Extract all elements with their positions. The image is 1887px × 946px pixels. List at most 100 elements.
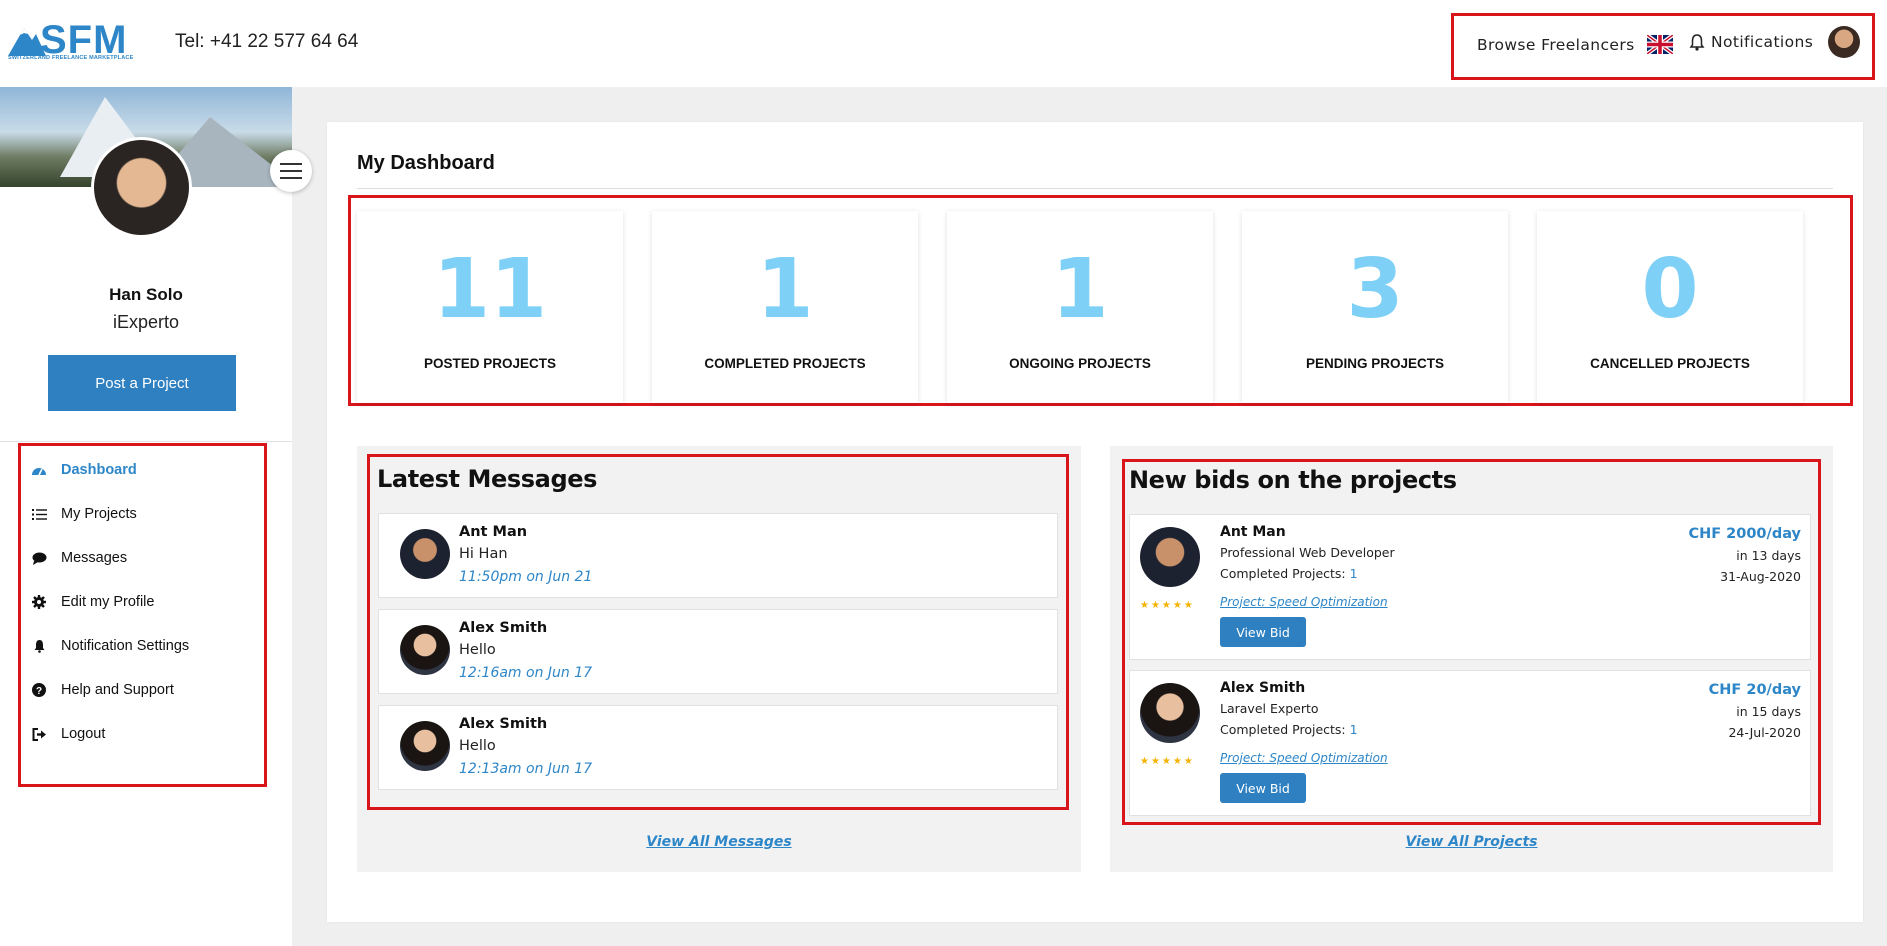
message-text: Hello [459,738,496,754]
sidebar-item-label: Messages [61,550,128,566]
user-avatar[interactable] [1828,26,1860,58]
avatar [400,529,450,579]
message-time: 12:13am on Jun 17 [459,761,593,777]
completed-label: Completed Projects: [1220,722,1346,737]
view-bid-button[interactable]: View Bid [1220,773,1306,803]
stat-value: 0 [1641,242,1699,337]
stat-completed-projects[interactable]: 1 COMPLETED PROJECTS [652,211,918,403]
bid-duration: in 15 days [1736,704,1801,719]
project-link[interactable]: Project: Speed Optimization [1220,751,1388,765]
stat-label: POSTED PROJECTS [423,356,557,371]
bidder-completed: Completed Projects: 1 [1220,722,1358,737]
stat-value: 3 [1346,242,1404,337]
stat-value: 1 [756,242,814,337]
avatar [1140,527,1200,587]
project-link[interactable]: Project: Speed Optimization [1220,595,1388,609]
message-sender: Ant Man [459,524,528,540]
messages-box: Latest Messages Ant Man Hi Han 11:50pm o… [367,454,1069,810]
sidebar-item-label: Help and Support [61,682,174,698]
avatar [1140,683,1200,743]
sidebar-item-logout[interactable]: Logout [31,726,105,742]
avatar [400,721,450,771]
bidder-completed: Completed Projects: 1 [1220,566,1358,581]
bid-item: ★★★★★ Alex Smith Laravel Experto Complet… [1129,670,1811,816]
sidebar-item-dashboard[interactable]: Dashboard [31,462,137,478]
stat-label: ONGOING PROJECTS [1009,356,1151,371]
bell-icon [31,638,47,654]
bid-rate: CHF 2000/day [1688,526,1801,542]
sidebar-item-label: Notification Settings [61,638,190,654]
messages-title: Latest Messages [377,465,598,493]
sidebar-item-label: Logout [61,726,106,742]
bid-item: ★★★★★ Ant Man Professional Web Developer… [1129,514,1811,660]
new-bids-panel: New bids on the projects ★★★★★ Ant Man P… [1110,446,1833,872]
bid-rate: CHF 20/day [1708,682,1801,698]
bids-box: New bids on the projects ★★★★★ Ant Man P… [1122,459,1821,825]
stat-label: CANCELLED PROJECTS [1590,356,1750,371]
bid-duration: in 13 days [1736,548,1801,563]
rating-stars: ★★★★★ [1140,756,1195,767]
bidder-title: Laravel Experto [1220,701,1319,716]
gear-icon [31,594,47,610]
phone-number: Tel: +41 22 577 64 64 [175,31,359,52]
view-bid-button[interactable]: View Bid [1220,617,1306,647]
page-title: My Dashboard [357,152,495,174]
bidder-title: Professional Web Developer [1220,545,1395,560]
stat-value: 11 [432,242,548,337]
stat-label: COMPLETED PROJECTS [704,356,866,371]
top-nav: Browse Freelancers Notifications [1451,13,1875,80]
dashboard-icon [31,462,47,478]
message-sender: Alex Smith [459,716,548,732]
uk-flag-icon[interactable] [1647,35,1673,54]
hamburger-menu-icon[interactable] [270,150,312,192]
bids-title: New bids on the projects [1129,466,1457,494]
message-text: Hello [459,642,496,658]
message-item[interactable]: Ant Man Hi Han 11:50pm on Jun 21 [378,513,1058,598]
sidebar-menu: Dashboard My Projects Messages Edit my P… [18,443,267,787]
view-all-projects-link[interactable]: View All Projects [1110,834,1833,850]
sidebar-item-label: My Projects [61,506,137,522]
stat-ongoing-projects[interactable]: 1 ONGOING PROJECTS [947,211,1213,403]
bidder-name: Alex Smith [1220,680,1306,696]
sidebar-item-notification-settings[interactable]: Notification Settings [31,638,189,654]
stat-cancelled-projects[interactable]: 0 CANCELLED PROJECTS [1537,211,1803,403]
sidebar-item-label: Edit my Profile [61,594,155,610]
user-role: iExperto [112,312,180,332]
message-item[interactable]: Alex Smith Hello 12:13am on Jun 17 [378,705,1058,790]
completed-count: 1 [1349,566,1358,581]
view-all-messages-link[interactable]: View All Messages [357,834,1081,850]
sidebar-item-my-projects[interactable]: My Projects [31,506,137,522]
user-name: Han Solo [109,285,183,304]
bid-date: 31-Aug-2020 [1720,569,1801,584]
sidebar-divider [0,441,292,442]
stat-posted-projects[interactable]: 11 POSTED PROJECTS [357,211,623,403]
sfm-logo[interactable]: SFM SWITZERLAND FREELANCE MARKETPLACE [6,18,134,66]
completed-label: Completed Projects: [1220,566,1346,581]
bell-icon [1689,34,1705,51]
sidebar-item-help-support[interactable]: ? Help and Support [31,682,174,698]
message-time: 12:16am on Jun 17 [459,665,593,681]
post-project-button[interactable]: Post a Project [48,355,236,411]
title-divider [357,188,1833,189]
rating-stars: ★★★★★ [1140,600,1195,611]
sidebar-item-edit-profile[interactable]: Edit my Profile [31,594,154,610]
sidebar: Han Solo iExperto Post a Project Dashboa… [0,87,312,946]
message-item[interactable]: Alex Smith Hello 12:16am on Jun 17 [378,609,1058,694]
sidebar-item-label: Dashboard [61,462,137,478]
profile-avatar [91,137,192,238]
logo-subtitle: SWITZERLAND FREELANCE MARKETPLACE [8,55,134,61]
top-bar: SFM SWITZERLAND FREELANCE MARKETPLACE Te… [0,0,1887,87]
svg-text:?: ? [36,686,42,697]
dashboard-card: My Dashboard 11 POSTED PROJECTS 1 COMPLE… [327,122,1863,922]
sidebar-item-messages[interactable]: Messages [31,550,127,566]
bid-date: 24-Jul-2020 [1728,725,1801,740]
stat-pending-projects[interactable]: 3 PENDING PROJECTS [1242,211,1508,403]
question-icon: ? [31,682,47,698]
latest-messages-panel: Latest Messages Ant Man Hi Han 11:50pm o… [357,446,1081,872]
notifications-link[interactable]: Notifications [1689,33,1813,51]
bidder-name: Ant Man [1220,524,1286,540]
list-icon [31,506,47,522]
message-sender: Alex Smith [459,620,548,636]
notifications-label: Notifications [1711,33,1814,51]
browse-freelancers-link[interactable]: Browse Freelancers [1477,36,1635,54]
